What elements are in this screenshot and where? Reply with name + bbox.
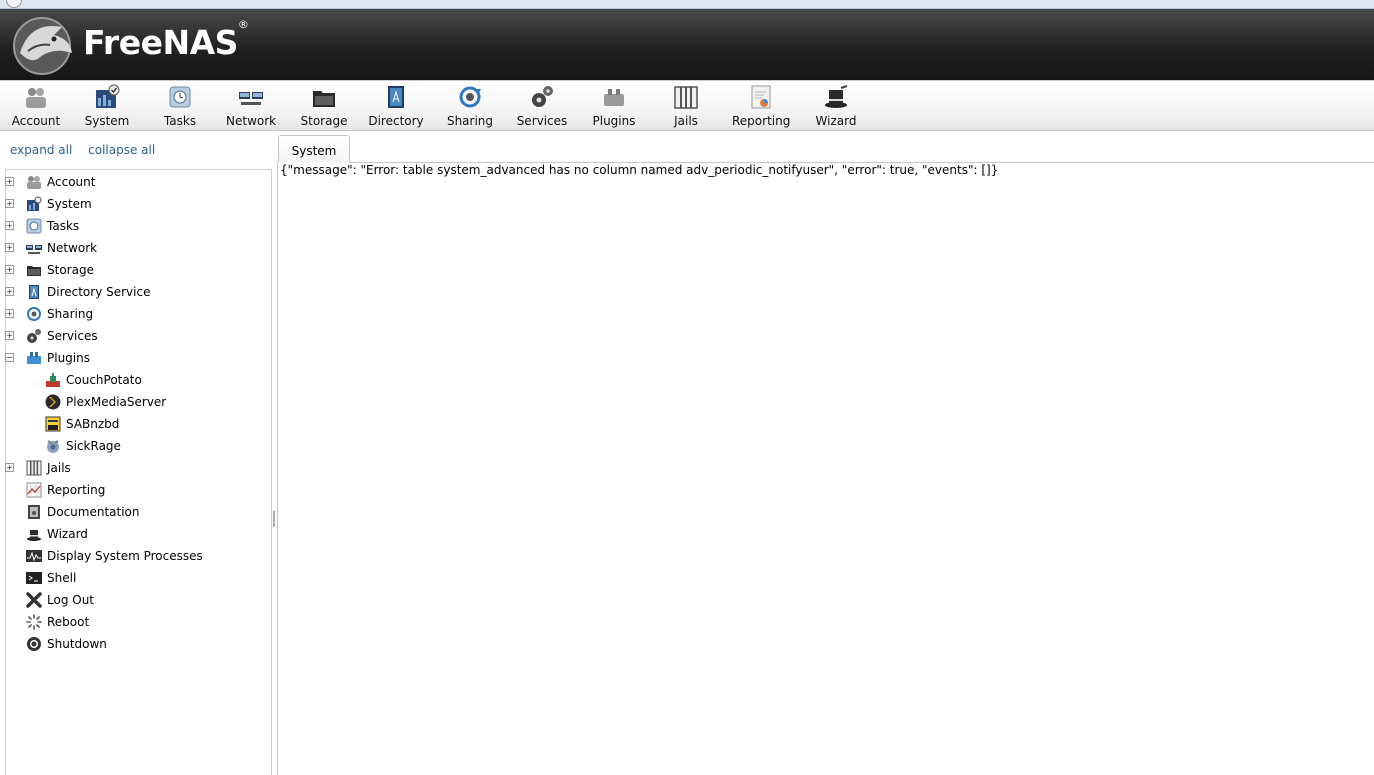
toolbar-services-button[interactable]: Services xyxy=(516,84,568,130)
tree-item-storage[interactable]: + Storage xyxy=(5,260,94,280)
reboot-icon xyxy=(26,614,42,630)
toolbar-account-button[interactable]: Account xyxy=(10,84,62,130)
navigation-tree: + Account + System + Tasks + Network + S… xyxy=(5,169,272,775)
processes-icon xyxy=(26,550,42,562)
tree-item-network[interactable]: + Network xyxy=(5,238,97,258)
expand-toggle-icon[interactable]: + xyxy=(5,199,14,208)
expand-toggle-icon[interactable]: + xyxy=(5,287,14,296)
expand-toggle-icon[interactable]: + xyxy=(5,243,14,252)
tree-item-jails[interactable]: + Jails xyxy=(5,458,71,478)
toolbar-system-button[interactable]: System xyxy=(84,84,130,130)
reporting-icon xyxy=(751,85,771,109)
tree-item-sabnzbd[interactable]: SABnzbd xyxy=(45,414,119,434)
expand-toggle-icon[interactable]: + xyxy=(5,331,14,340)
sharing-icon xyxy=(459,86,481,108)
tree-item-documentation[interactable]: Documentation xyxy=(26,502,140,522)
services-icon xyxy=(27,329,41,343)
system-icon xyxy=(96,84,120,108)
tasks-icon xyxy=(169,86,191,108)
toolbar-plugins-button[interactable]: Plugins xyxy=(592,84,636,130)
shell-icon xyxy=(26,572,42,584)
expand-toggle-icon[interactable]: + xyxy=(5,221,14,230)
plugins-icon xyxy=(604,89,624,106)
tasks-icon xyxy=(26,218,42,234)
app-title: FreeNAS® xyxy=(83,18,249,62)
tab-system[interactable]: System xyxy=(278,135,350,163)
sickrage-icon xyxy=(47,440,59,453)
storage-icon xyxy=(313,91,335,107)
toolbar-storage-button[interactable]: Storage xyxy=(300,84,348,130)
main-content: System {"message": "Error: table system_… xyxy=(277,131,1374,775)
sharing-icon xyxy=(27,307,41,321)
window-top-strip xyxy=(0,0,1374,9)
tree-item-tasks[interactable]: + Tasks xyxy=(5,216,79,236)
tree-expander-links: expand all collapse all xyxy=(10,143,167,157)
tree-item-sharing[interactable]: + Sharing xyxy=(5,304,93,324)
wizard-icon xyxy=(27,530,41,541)
tab-panel: {"message": "Error: table system_advance… xyxy=(277,163,1374,775)
jails-icon xyxy=(26,460,42,476)
toolbar-wizard-button[interactable]: Wizard xyxy=(814,84,858,130)
tree-item-log-out[interactable]: Log Out xyxy=(26,590,94,610)
sabnzbd-icon xyxy=(45,416,61,432)
storage-icon xyxy=(27,266,41,276)
splitter-grip-icon[interactable] xyxy=(273,511,275,527)
window-control-icon[interactable] xyxy=(6,0,22,8)
expand-all-link[interactable]: expand all xyxy=(10,143,72,157)
account-icon xyxy=(26,88,46,108)
toolbar-directory-button[interactable]: Directory xyxy=(368,84,424,130)
tree-item-plexmediaserver[interactable]: PlexMediaServer xyxy=(45,392,166,412)
tree-item-directory-service[interactable]: + Directory Service xyxy=(5,282,150,302)
sidebar: expand all collapse all + Account + Syst… xyxy=(0,131,272,775)
toolbar-jails-button[interactable]: Jails xyxy=(670,84,702,130)
tree-item-sickrage[interactable]: SickRage xyxy=(45,436,121,456)
account-icon xyxy=(27,176,41,189)
expand-toggle-icon[interactable]: + xyxy=(5,463,14,472)
expand-toggle-icon[interactable]: + xyxy=(5,177,14,186)
tree-item-shell[interactable]: Shell xyxy=(26,568,76,588)
plugins-icon xyxy=(27,352,41,364)
toolbar-network-button[interactable]: Network xyxy=(226,84,276,130)
main-toolbar: Account System Tasks Network Storage Dir… xyxy=(0,80,1374,131)
error-message: {"message": "Error: table system_advance… xyxy=(280,163,999,177)
expand-toggle-icon[interactable]: + xyxy=(5,265,14,274)
collapse-all-link[interactable]: collapse all xyxy=(88,143,155,157)
jails-icon xyxy=(674,86,698,109)
tree-item-system[interactable]: + System xyxy=(5,194,92,214)
tree-item-services[interactable]: + Services xyxy=(5,326,98,346)
collapse-toggle-icon[interactable]: − xyxy=(5,353,14,362)
tree-item-couchpotato[interactable]: CouchPotato xyxy=(45,370,142,390)
tree-item-reboot[interactable]: Reboot xyxy=(26,612,89,632)
tree-item-shutdown[interactable]: Shutdown xyxy=(26,634,107,654)
tree-item-wizard[interactable]: Wizard xyxy=(26,524,88,544)
tab-bar: System xyxy=(277,131,1374,163)
expand-toggle-icon[interactable]: + xyxy=(5,309,14,318)
system-icon xyxy=(27,196,42,211)
services-icon xyxy=(532,86,553,107)
shutdown-icon xyxy=(27,637,41,651)
plex-icon xyxy=(45,394,61,410)
toolbar-sharing-button[interactable]: Sharing xyxy=(446,84,494,130)
couchpotato-icon xyxy=(46,373,60,387)
freenas-shark-logo-icon xyxy=(13,17,72,75)
reporting-icon xyxy=(26,482,42,498)
app-header: FreeNAS® xyxy=(0,9,1374,80)
documentation-icon xyxy=(28,505,40,519)
tree-item-account[interactable]: + Account xyxy=(5,172,95,192)
tree-item-reporting[interactable]: Reporting xyxy=(26,480,105,500)
network-icon xyxy=(26,245,42,254)
directory-icon xyxy=(29,285,39,299)
toolbar-reporting-button[interactable]: Reporting xyxy=(732,84,790,130)
directory-icon xyxy=(388,86,404,108)
network-icon xyxy=(239,92,263,105)
wizard-icon xyxy=(825,85,848,108)
tree-item-display-system-processes[interactable]: Display System Processes xyxy=(26,546,203,566)
toolbar-tasks-button[interactable]: Tasks xyxy=(160,84,200,130)
logout-icon xyxy=(26,592,42,608)
tree-item-plugins[interactable]: − Plugins xyxy=(5,348,90,368)
